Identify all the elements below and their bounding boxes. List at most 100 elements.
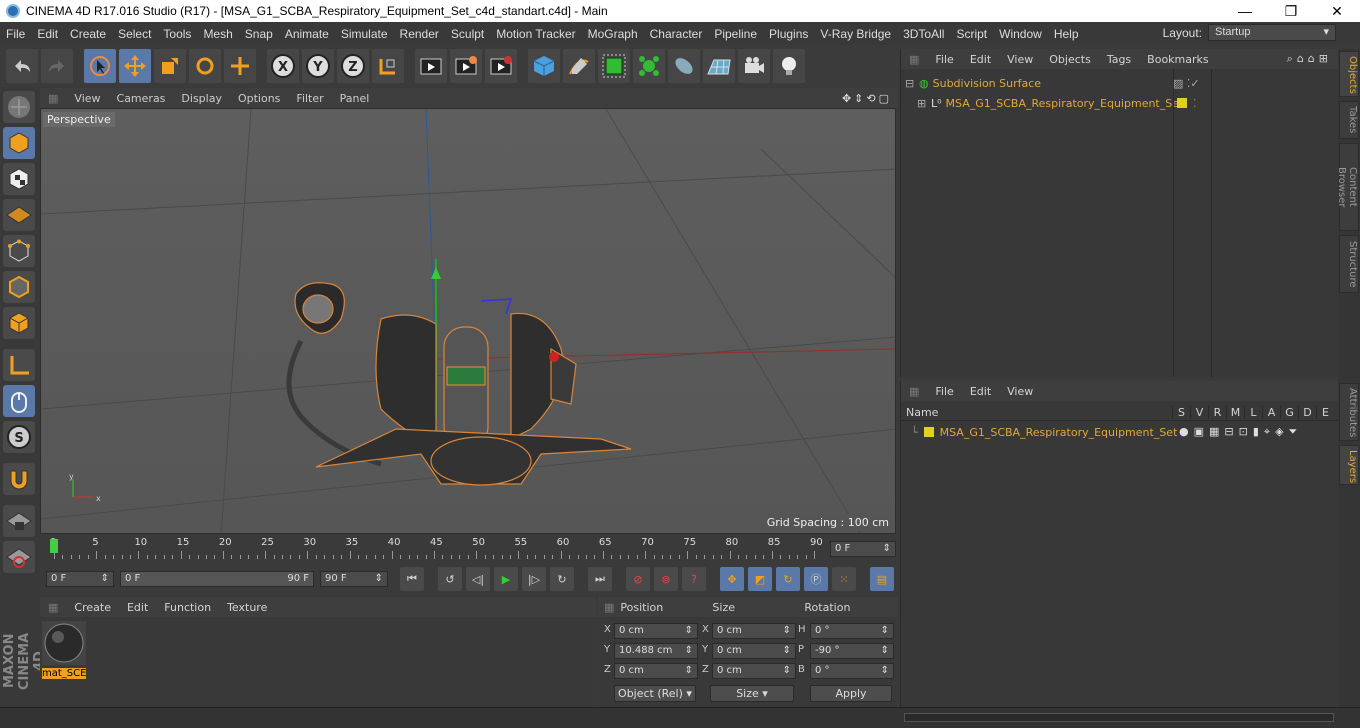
live-selection-button[interactable] — [84, 49, 116, 83]
layer-color-swatch[interactable] — [923, 427, 934, 437]
viewport-menu-panel[interactable]: Panel — [332, 92, 378, 105]
object-search-icon[interactable]: ⌕⌂⌂⊞ — [1287, 52, 1338, 66]
viewport-menu-cameras[interactable]: Cameras — [109, 92, 174, 105]
visibility-dots[interactable]: ⁚ — [1193, 97, 1197, 110]
add-deformer-button[interactable] — [668, 49, 700, 83]
material-menu-texture[interactable]: Texture — [219, 601, 275, 614]
material-menu-function[interactable]: Function — [156, 601, 219, 614]
layer-column-a[interactable]: A — [1262, 406, 1280, 419]
stepper-arrows-icon[interactable]: ⇕ — [685, 624, 693, 638]
object-menu-bookmarks[interactable]: Bookmarks — [1139, 53, 1216, 66]
previous-key-button[interactable]: ↺ — [438, 567, 462, 591]
layer-column-l[interactable]: L — [1244, 406, 1262, 419]
menu-window[interactable]: Window — [993, 27, 1048, 41]
layer-color-swatch[interactable] — [1177, 98, 1187, 108]
menu-render[interactable]: Render — [394, 27, 445, 41]
rotate-tool-button[interactable] — [189, 49, 221, 83]
rotation-field[interactable]: 0 ° ⇕ — [810, 623, 894, 639]
scale-tool-button[interactable] — [154, 49, 186, 83]
stepper-arrows-icon[interactable]: ⇕ — [685, 644, 693, 658]
layer-menu-view[interactable]: View — [999, 385, 1041, 398]
texture-mode-button[interactable] — [3, 163, 35, 195]
viewport-menu-view[interactable]: View — [66, 92, 108, 105]
menu-pipeline[interactable]: Pipeline — [708, 27, 763, 41]
workplane-grid-button[interactable] — [3, 541, 35, 573]
menu-snap[interactable]: Snap — [239, 27, 279, 41]
key-rotation-button[interactable]: ↻ — [776, 567, 800, 591]
menu-simulate[interactable]: Simulate — [335, 27, 394, 41]
stepper-arrows-icon[interactable]: ⇕ — [881, 664, 889, 678]
stepper-arrows-icon[interactable]: ⇕ — [685, 664, 693, 678]
magnet-button[interactable] — [3, 463, 35, 495]
layer-row[interactable]: └ MSA_G1_SCBA_Respiratory_Equipment_Set … — [901, 423, 1339, 441]
object-drag-handle[interactable]: ▦ — [901, 53, 927, 66]
y-axis-button[interactable]: Y — [302, 49, 334, 83]
layer-menu-edit[interactable]: Edit — [962, 385, 999, 398]
rotation-field[interactable]: 0 ° ⇕ — [810, 663, 894, 679]
add-nurbs-button[interactable] — [598, 49, 630, 83]
x-axis-button[interactable]: X — [267, 49, 299, 83]
menu-3dtoall[interactable]: 3DToAll — [897, 27, 950, 41]
tab-structure[interactable]: Structure — [1339, 235, 1359, 293]
stepper-arrows-icon[interactable]: ⇕ — [783, 664, 791, 678]
layer-column-r[interactable]: R — [1208, 406, 1226, 419]
object-menu-tags[interactable]: Tags — [1099, 53, 1139, 66]
menu-script[interactable]: Script — [950, 27, 993, 41]
menu-tools[interactable]: Tools — [157, 27, 197, 41]
layer-column-m[interactable]: M — [1226, 406, 1244, 419]
key-pla-button[interactable]: ⁙ — [832, 567, 856, 591]
key-scale-button[interactable]: ◩ — [748, 567, 772, 591]
tree-expand-icon[interactable]: ⊟ — [905, 77, 915, 90]
model-mode-button[interactable] — [3, 127, 35, 159]
position-field[interactable]: 0 cm ⇕ — [614, 623, 698, 639]
polygons-mode-button[interactable] — [3, 307, 35, 339]
timeline-ruler[interactable]: 051015202530354045505560657075808590 0 F… — [40, 535, 898, 563]
add-cube-button[interactable] — [528, 49, 560, 83]
menu-sculpt[interactable]: Sculpt — [445, 27, 490, 41]
layer-drag-handle[interactable]: ▦ — [901, 385, 927, 398]
start-frame-field[interactable]: 0 F ⇕ — [46, 571, 114, 587]
workplane-lock-button[interactable] — [3, 505, 35, 537]
viewport-navigation-icons[interactable]: ✥⇕⟲▢ — [842, 92, 898, 105]
frame-range-slider[interactable]: 0 F 90 F — [120, 571, 314, 587]
apply-button[interactable]: Apply — [810, 685, 892, 702]
menu-edit[interactable]: Edit — [31, 27, 64, 41]
layer-flag-icons[interactable]: ●▣▦⊟⊡▮⌖◈⏷ — [1179, 425, 1302, 439]
record-active-button[interactable]: ⊘ — [626, 567, 650, 591]
end-frame-field[interactable]: 90 F ⇕ — [320, 571, 388, 587]
current-frame-field[interactable]: 0 F ⇕ — [830, 541, 896, 557]
viewport-menu-options[interactable]: Options — [230, 92, 288, 105]
menu-vray-bridge[interactable]: V-Ray Bridge — [814, 27, 897, 41]
render-settings-button[interactable] — [485, 49, 517, 83]
material-menu-edit[interactable]: Edit — [119, 601, 156, 614]
keyframe-selection-button[interactable]: ? — [682, 567, 706, 591]
stepper-arrows-icon[interactable]: ⇕ — [783, 644, 791, 658]
workplane-mode-button[interactable] — [3, 199, 35, 231]
autokey-button[interactable]: ⊚ — [654, 567, 678, 591]
menu-select[interactable]: Select — [112, 27, 157, 41]
tree-expand-icon[interactable]: ⊞ — [917, 97, 927, 110]
size-mode-dropdown[interactable]: Size ▾ — [710, 685, 794, 702]
next-frame-button[interactable]: |▷ — [522, 567, 546, 591]
menu-mesh[interactable]: Mesh — [197, 27, 238, 41]
layer-column-g[interactable]: G — [1280, 406, 1298, 419]
render-to-picture-viewer-button[interactable] — [450, 49, 482, 83]
tab-takes[interactable]: Takes — [1339, 101, 1359, 139]
viewport-menu-display[interactable]: Display — [173, 92, 230, 105]
material-drag-handle[interactable]: ▦ — [40, 601, 66, 614]
menu-animate[interactable]: Animate — [279, 27, 335, 41]
menu-plugins[interactable]: Plugins — [763, 27, 814, 41]
material-swatch[interactable]: mat_SCE — [42, 621, 86, 679]
menu-help[interactable]: Help — [1048, 27, 1085, 41]
object-row-scba[interactable]: ⊞ L⁰ MSA_G1_SCBA_Respiratory_Equipment_S… — [901, 93, 1339, 113]
go-to-end-button[interactable]: ⏭ — [588, 567, 612, 591]
render-view-button[interactable] — [415, 49, 447, 83]
coordinate-system-button[interactable] — [372, 49, 404, 83]
tab-content-browser[interactable]: Content Browser — [1336, 143, 1359, 231]
layer-column-e[interactable]: E — [1316, 406, 1334, 419]
transform-tool-button[interactable] — [224, 49, 256, 83]
next-key-button[interactable]: ↻ — [550, 567, 574, 591]
move-tool-button[interactable] — [119, 49, 151, 83]
object-menu-file[interactable]: File — [927, 53, 961, 66]
viewport-drag-handle[interactable]: ▦ — [40, 92, 66, 105]
